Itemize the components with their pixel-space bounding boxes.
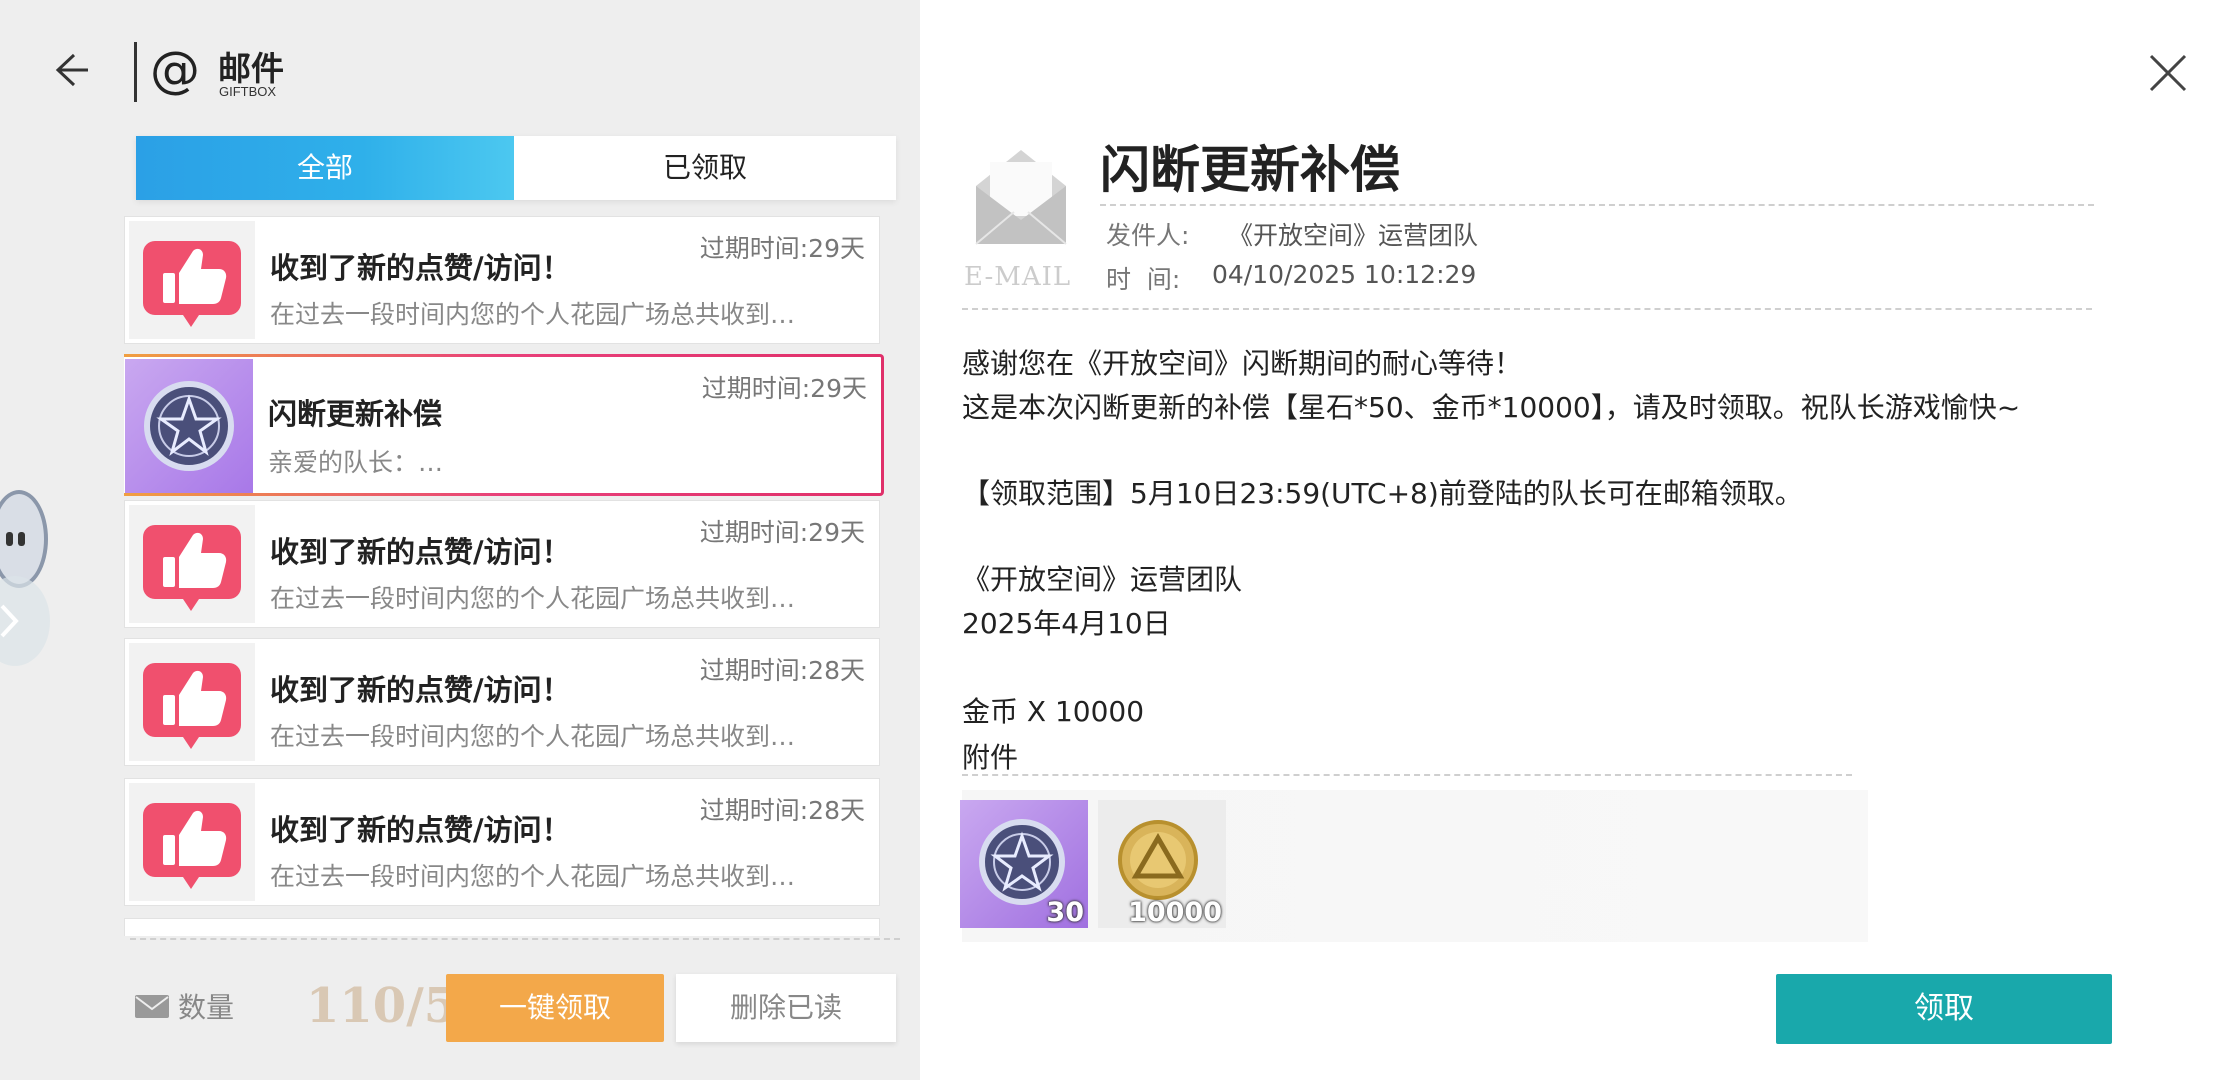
mail-item[interactable]: 收到了新的点赞/访问！ 在过去一段时间内您的个人花园广场总共收到… 过期时间:2… xyxy=(124,500,880,628)
mail-title: 闪断更新补偿 xyxy=(268,397,443,431)
mail-preview: 亲爱的队长：… xyxy=(268,448,444,477)
meta-divider xyxy=(962,308,2092,310)
mail-item[interactable]: 收到了新的点赞/访问！ 在过去一段时间内您的个人花园广场总共收到… 过期时间:2… xyxy=(124,216,880,344)
tab-all[interactable]: 全部 xyxy=(136,136,514,200)
thumbs-up-icon xyxy=(129,783,255,901)
mail-preview: 在过去一段时间内您的个人花园广场总共收到… xyxy=(270,722,796,751)
sender-value: 《开放空间》运营团队 xyxy=(1228,221,1479,250)
expand-arrow-icon[interactable] xyxy=(0,576,50,666)
mail-title: 收到了新的点赞/访问！ xyxy=(270,251,571,285)
mail-title: 收到了新的点赞/访问！ xyxy=(270,813,571,847)
mail-expiry: 过期时间:28天 xyxy=(699,796,865,825)
attachment-item[interactable]: 30 xyxy=(960,800,1088,928)
mail-item[interactable]: 收到了新的点赞/访问！ 在过去一段时间内您的个人花园广场总共收到… 过期时间:2… xyxy=(124,638,880,766)
close-icon[interactable] xyxy=(2145,50,2191,96)
email-label: E-MAIL xyxy=(964,262,1072,292)
attachments-label: 附件 xyxy=(962,741,1019,774)
tab-bar: 全部 已领取 xyxy=(136,136,896,200)
mail-title: 收到了新的点赞/访问！ xyxy=(270,535,571,569)
count-value: 110/50 xyxy=(306,978,446,1034)
sender-label: 发件人: xyxy=(1106,221,1190,250)
time-value: 04/10/2025 10:12:29 xyxy=(1212,260,1477,289)
mail-item[interactable]: 收到了新的点赞/访问！ 在过去一段时间内您的个人花园广场总共收到… 过期时间:2… xyxy=(124,778,880,906)
delete-read-button[interactable]: 删除已读 xyxy=(676,974,896,1042)
attachment-qty: 10000 xyxy=(1128,897,1222,928)
claim-all-button[interactable]: 一键领取 xyxy=(446,974,664,1042)
thumbs-up-icon xyxy=(129,505,255,623)
thumbs-up-icon xyxy=(129,643,255,761)
body-line: 《开放空间》运营团队 xyxy=(962,563,1243,596)
time-label: 时 间: xyxy=(1106,265,1181,294)
page-subtitle: GIFTBOX xyxy=(219,84,277,99)
mail-expiry: 过期时间:29天 xyxy=(699,234,865,263)
attachment-qty: 30 xyxy=(1046,897,1084,928)
mail-expiry: 过期时间:28天 xyxy=(699,656,865,685)
envelope-icon xyxy=(134,992,170,1020)
mail-expiry: 过期时间:29天 xyxy=(699,518,865,547)
tab-claimed[interactable]: 已领取 xyxy=(514,136,896,200)
header-divider xyxy=(134,42,137,102)
mail-item-partial[interactable] xyxy=(124,918,880,936)
claim-button[interactable]: 领取 xyxy=(1776,974,2112,1044)
body-line: 感谢您在《开放空间》闪断期间的耐心等待！ xyxy=(962,347,1523,380)
body-line: 这是本次闪断更新的补偿【星石*50、金币*10000】，请及时领取。祝队长游戏愉… xyxy=(962,391,2021,424)
page-title: 邮件 xyxy=(218,49,284,88)
mail-preview: 在过去一段时间内您的个人花园广场总共收到… xyxy=(270,862,796,891)
body-line: 金币 X 10000 xyxy=(962,695,1145,728)
open-envelope-icon xyxy=(966,136,1076,256)
count-label: 数量 xyxy=(178,991,235,1024)
back-arrow-icon[interactable] xyxy=(50,45,100,95)
at-sign-icon: @ xyxy=(150,41,200,99)
body-line: 【领取范围】5月10日23:59(UTC+8)前登陆的队长可在邮箱领取。 xyxy=(962,477,1803,510)
mail-item-selected[interactable]: 闪断更新补偿 亲爱的队长：… 过期时间:29天 xyxy=(124,354,884,496)
thumbs-up-icon xyxy=(129,221,255,339)
chat-bubble-icon[interactable] xyxy=(0,490,48,588)
mail-detail-title: 闪断更新补偿 xyxy=(1100,140,1400,199)
body-line: 2025年4月10日 xyxy=(962,607,1171,640)
star-coin-icon xyxy=(125,359,253,493)
attachment-item[interactable]: 10000 xyxy=(1098,800,1226,928)
list-divider xyxy=(130,938,900,940)
mail-expiry: 过期时间:29天 xyxy=(701,374,867,403)
mail-preview: 在过去一段时间内您的个人花园广场总共收到… xyxy=(270,300,796,329)
title-divider xyxy=(1100,204,2094,206)
mail-list[interactable]: 收到了新的点赞/访问！ 在过去一段时间内您的个人花园广场总共收到… 过期时间:2… xyxy=(124,216,884,936)
attachments-divider xyxy=(962,774,1852,776)
mail-preview: 在过去一段时间内您的个人花园广场总共收到… xyxy=(270,584,796,613)
mail-title: 收到了新的点赞/访问！ xyxy=(270,673,571,707)
